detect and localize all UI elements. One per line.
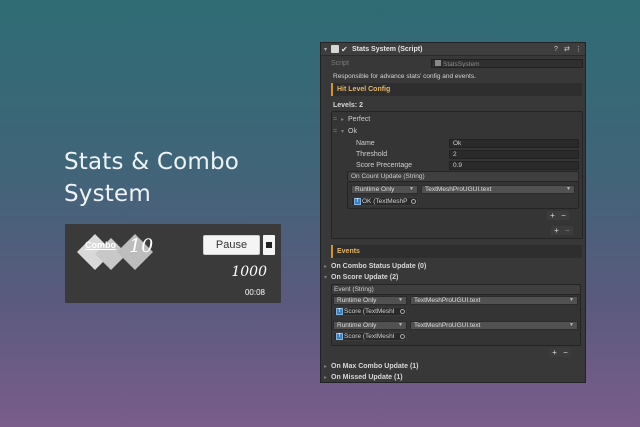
add-button[interactable]: +: [554, 226, 559, 235]
on-max-combo-row[interactable]: ▸ On Max Combo Update (1): [321, 361, 585, 372]
script-row: Script StatsSystem: [321, 58, 585, 69]
hero-title-line2: System: [64, 181, 151, 207]
count-event-add-remove[interactable]: + −: [547, 211, 569, 220]
foldout-right-icon[interactable]: ▸: [341, 116, 344, 123]
foldout-right-icon[interactable]: ▸: [324, 374, 327, 381]
function-dropdown[interactable]: TextMeshProUGUI.text ▼: [410, 321, 578, 330]
function-dropdown[interactable]: TextMeshProUGUI.text ▼: [410, 296, 578, 305]
textmesh-icon: T: [354, 198, 361, 205]
combo-emblem: Combo 10: [73, 232, 155, 270]
combo-count: 10: [129, 235, 154, 257]
on-combo-status-label: On Combo Status Update (0): [331, 263, 427, 270]
score-object-field[interactable]: T Score (TextMeshI: [333, 307, 407, 316]
description-text: Responsible for advance stats' config an…: [333, 73, 476, 80]
inspector-panel: ▾ ✔ Stats System (Script) ? ⇄ ⋮ Script S…: [320, 42, 586, 383]
level-ok-row[interactable]: = ▾ Ok: [321, 126, 585, 137]
ok-score-percentage-row: Score Precentage 0.9: [321, 160, 585, 171]
dropdown-caret-icon: ▼: [569, 297, 574, 303]
runtime-only-dropdown[interactable]: Runtime Only ▼: [333, 296, 407, 305]
on-combo-status-row[interactable]: ▸ On Combo Status Update (0): [321, 261, 585, 272]
enabled-checkbox[interactable]: ✔: [341, 45, 348, 54]
score-event-header: Event (String): [331, 284, 581, 294]
object-picker-icon[interactable]: [400, 334, 405, 339]
dropdown-caret-icon: ▼: [566, 186, 571, 192]
events-header: Events: [331, 245, 582, 258]
add-button[interactable]: +: [552, 348, 557, 357]
runtime-only-dropdown[interactable]: Runtime Only ▼: [351, 185, 418, 194]
ok-name-input[interactable]: Ok: [449, 139, 579, 148]
levels-row: Levels: 2: [321, 100, 585, 111]
timer-value: 00:08: [244, 288, 265, 297]
on-count-update-label: On Count Update (String): [351, 173, 425, 180]
component-title: Stats System (Script): [352, 45, 423, 53]
levels-add-remove[interactable]: + −: [551, 226, 573, 235]
pause-button[interactable]: Pause: [203, 235, 260, 255]
score-value: 1000: [231, 264, 267, 280]
ok-threshold-label: Threshold: [356, 151, 388, 158]
description-row: Responsible for advance stats' config an…: [321, 71, 585, 82]
foldout-arrow-icon[interactable]: ▾: [324, 46, 327, 53]
dropdown-caret-icon: ▼: [569, 322, 574, 328]
script-label: Script: [331, 60, 349, 67]
dropdown-caret-icon: ▼: [398, 322, 403, 328]
level-ok-label: Ok: [348, 128, 357, 135]
foldout-down-icon[interactable]: ▾: [324, 274, 327, 281]
script-icon: [331, 45, 339, 53]
combo-label: Combo: [85, 240, 116, 250]
remove-button[interactable]: −: [561, 211, 566, 220]
ok-threshold-row: Threshold 2: [321, 149, 585, 160]
score-event-add-remove[interactable]: + −: [549, 348, 571, 357]
level-perfect-row[interactable]: = ▸ Perfect: [321, 114, 585, 125]
kebab-menu-icon[interactable]: ⋮: [575, 45, 582, 53]
hero-title: Stats & Combo System: [64, 146, 239, 210]
script-file-icon: [435, 60, 441, 66]
add-button[interactable]: +: [550, 211, 555, 220]
ok-name-label: Name: [356, 140, 375, 147]
on-missed-row[interactable]: ▸ On Missed Update (1): [321, 372, 585, 383]
object-picker-icon[interactable]: [411, 199, 416, 204]
level-perfect-label: Perfect: [348, 116, 371, 123]
remove-button[interactable]: −: [563, 348, 568, 357]
foldout-right-icon[interactable]: ▸: [324, 263, 327, 270]
ok-score-percentage-label: Score Precentage: [356, 162, 413, 169]
function-dropdown[interactable]: TextMeshProUGUI.text ▼: [421, 185, 575, 194]
stop-button[interactable]: [263, 235, 275, 255]
component-header: ▾ ✔ Stats System (Script) ? ⇄ ⋮: [321, 43, 585, 56]
ok-object-field[interactable]: T OK (TextMeshP: [351, 197, 418, 206]
drag-handle-icon[interactable]: =: [333, 116, 337, 123]
textmesh-icon: T: [336, 333, 343, 340]
help-icon[interactable]: ?: [554, 46, 558, 53]
drag-handle-icon[interactable]: =: [333, 128, 337, 135]
script-field: StatsSystem: [431, 59, 583, 68]
on-score-update-row[interactable]: ▾ On Score Update (2): [321, 272, 585, 283]
score-object-field[interactable]: T Score (TextMeshI: [333, 332, 407, 341]
score-event-label: Event (String): [334, 286, 374, 293]
dropdown-caret-icon: ▼: [409, 186, 414, 192]
on-score-update-label: On Score Update (2): [331, 274, 399, 281]
hero-title-line1: Stats & Combo: [64, 149, 240, 175]
object-picker-icon[interactable]: [400, 309, 405, 314]
on-missed-label: On Missed Update (1): [331, 374, 403, 381]
ok-name-row: Name Ok: [321, 138, 585, 149]
foldout-right-icon[interactable]: ▸: [324, 363, 327, 370]
on-max-combo-label: On Max Combo Update (1): [331, 363, 419, 370]
foldout-down-icon[interactable]: ▾: [341, 128, 344, 135]
ok-threshold-input[interactable]: 2: [449, 150, 579, 159]
dropdown-caret-icon: ▼: [398, 297, 403, 303]
preset-icon[interactable]: ⇄: [564, 45, 570, 53]
levels-label: Levels: 2: [333, 102, 363, 109]
textmesh-icon: T: [336, 308, 343, 315]
ok-score-percentage-input[interactable]: 0.9: [449, 161, 579, 170]
runtime-only-dropdown[interactable]: Runtime Only ▼: [333, 321, 407, 330]
on-count-update-header: On Count Update (String): [347, 171, 579, 181]
remove-button[interactable]: −: [565, 226, 570, 235]
hit-level-config-header: Hit Level Config: [331, 83, 582, 96]
game-preview-panel: Combo 10 Pause 1000 00:08: [65, 224, 281, 303]
stop-icon: [266, 242, 272, 248]
